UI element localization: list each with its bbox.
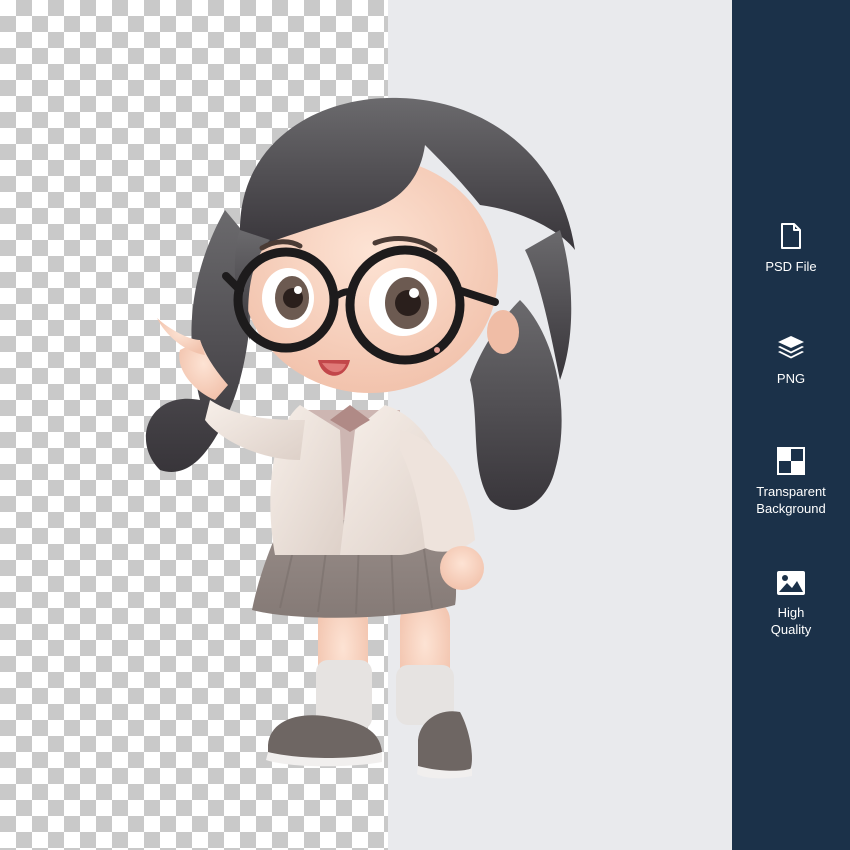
feature-label: PSD File xyxy=(765,259,817,274)
feature-high-quality: High Quality xyxy=(732,570,850,638)
feature-psd-file: PSD File xyxy=(732,222,850,275)
feature-label: PNG xyxy=(776,371,806,386)
preview-background xyxy=(388,0,732,850)
file-icon xyxy=(781,223,801,249)
layers-icon xyxy=(778,336,804,359)
feature-png: PNG xyxy=(732,334,850,387)
transparent-checkerboard xyxy=(0,0,388,850)
feature-transparent-background: Transparent Background xyxy=(732,447,850,517)
features-sidebar: PSD File PNG Transparent Background High… xyxy=(732,0,850,850)
feature-label: Transparent Background xyxy=(756,484,826,516)
image-icon xyxy=(777,571,805,595)
transparency-grid-icon xyxy=(777,447,805,475)
feature-label: High Quality xyxy=(770,605,812,637)
